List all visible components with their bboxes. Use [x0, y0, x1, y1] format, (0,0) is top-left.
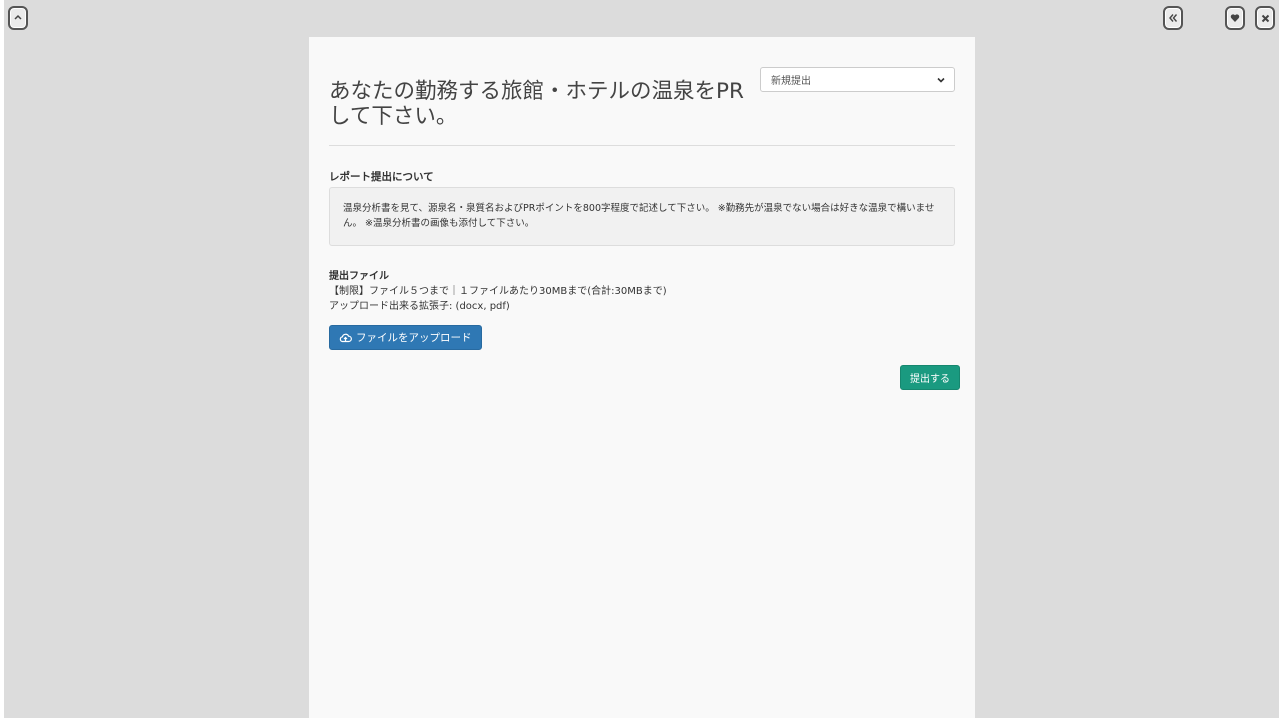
favorite-button[interactable] [1225, 6, 1245, 30]
instructions-box: 温泉分析書を見て、源泉名・泉質名およびPRポイントを800字程度で記述して下さい… [329, 187, 955, 246]
double-chevron-left-icon [1169, 14, 1178, 22]
cloud-upload-icon [339, 333, 352, 342]
scroll-up-button[interactable] [8, 6, 28, 30]
page-title: あなたの勤務する旅館・ホテルの温泉をPRして下さい。 [329, 79, 744, 129]
submission-select[interactable]: 新規提出 [760, 67, 955, 92]
submission-select-value: 新規提出 [771, 76, 811, 87]
close-button[interactable] [1255, 6, 1275, 30]
collapse-button[interactable] [1163, 6, 1183, 30]
submit-button[interactable]: 提出する [900, 365, 960, 390]
heart-icon [1230, 14, 1240, 22]
close-icon [1261, 14, 1269, 22]
files-limit-text: 【制限】ファイル５つまで｜１ファイルあたり30MBまで(合計:30MBまで) [329, 286, 667, 297]
files-label: 提出ファイル [329, 271, 389, 282]
instructions-text: 温泉分析書を見て、源泉名・泉質名およびPRポイントを800字程度で記述して下さい… [343, 203, 935, 229]
files-section: 提出ファイル 【制限】ファイル５つまで｜１ファイルあたり30MBまで(合計:30… [329, 269, 667, 314]
report-panel: あなたの勤務する旅館・ホテルの温泉をPRして下さい。 新規提出 レポート提出につ… [309, 37, 975, 718]
upload-button-label: ファイルをアップロード [356, 332, 472, 344]
header-divider [329, 145, 955, 146]
viewport: あなたの勤務する旅館・ホテルの温泉をPRして下さい。 新規提出 レポート提出につ… [4, 0, 1279, 718]
files-extensions-text: アップロード出来る拡張子: (docx, pdf) [329, 301, 510, 312]
about-heading: レポート提出について [329, 171, 434, 183]
chevron-down-icon [937, 77, 945, 83]
chevron-up-icon [14, 14, 22, 20]
upload-file-button[interactable]: ファイルをアップロード [329, 325, 482, 350]
